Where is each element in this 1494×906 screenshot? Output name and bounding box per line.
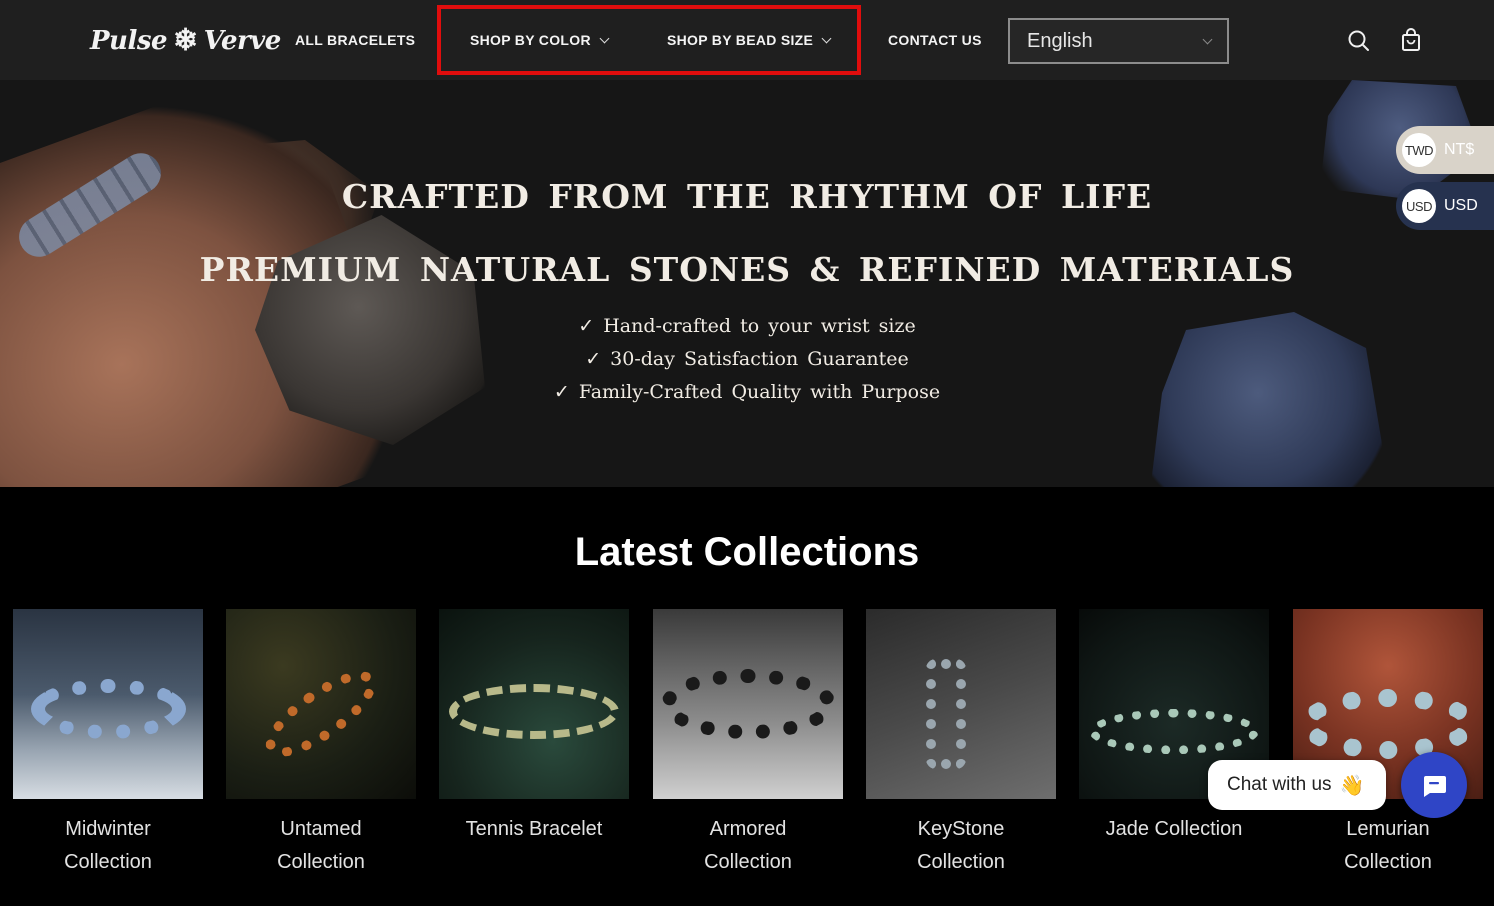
currency-label: USD xyxy=(1444,197,1478,214)
currency-badge: TWD xyxy=(1402,133,1436,167)
collection-label[interactable]: Midwinter Collection xyxy=(13,813,203,879)
currency-badge: USD xyxy=(1402,189,1436,223)
collection-label-line: Collection xyxy=(1344,851,1432,873)
brand-logo[interactable]: Pulse ❄ Verve xyxy=(90,22,281,60)
collection-card-untamed[interactable]: Untamed Collection xyxy=(226,609,416,879)
collection-label-line: Midwinter xyxy=(65,818,151,840)
collection-card-keystone[interactable]: KeyStone Collection xyxy=(866,609,1056,879)
collection-card-armored[interactable]: Armored Collection xyxy=(653,609,843,879)
waving-hand-icon: 👋 xyxy=(1339,774,1365,797)
hero-feature-item: ✓ 30-day Satisfaction Guarantee xyxy=(585,348,909,370)
nav-contact-us-label: CONTACT US xyxy=(888,32,982,48)
collection-image[interactable] xyxy=(866,609,1056,799)
chat-bubble-icon xyxy=(1424,776,1446,797)
chat-launcher-button[interactable] xyxy=(1401,752,1467,818)
search-icon[interactable] xyxy=(1346,28,1372,54)
hero-banner: CRAFTED FROM THE RHYTHM OF LIFE PREMIUM … xyxy=(0,80,1494,487)
hero-title: CRAFTED FROM THE RHYTHM OF LIFE xyxy=(341,177,1153,216)
collection-label[interactable]: Armored Collection xyxy=(653,813,843,879)
collection-card-jade[interactable]: Jade Collection xyxy=(1079,609,1269,846)
bracelet-image xyxy=(926,659,966,769)
bracelet-image xyxy=(253,656,389,772)
hero-feature-list: ✓ Hand-crafted to your wrist size ✓ 30-d… xyxy=(0,310,1494,409)
collection-label-line: Collection xyxy=(64,851,152,873)
bracelet-image xyxy=(449,684,619,739)
nav-contact-us[interactable]: CONTACT US xyxy=(888,32,982,48)
chat-label: Chat with us xyxy=(1227,774,1332,795)
chat-with-us-pill[interactable]: Chat with us 👋 xyxy=(1208,760,1386,810)
collection-image[interactable] xyxy=(13,609,203,799)
collection-label-line: KeyStone xyxy=(917,818,1005,840)
bracelet-image xyxy=(1089,709,1259,754)
nav-all-bracelets-label: ALL BRACELETS xyxy=(295,32,416,48)
collection-label[interactable]: Jade Collection xyxy=(1079,813,1269,846)
collection-label[interactable]: KeyStone Collection xyxy=(866,813,1056,879)
nav-highlight-box xyxy=(437,5,861,75)
collection-card-tennis-bracelet[interactable]: Tennis Bracelet xyxy=(439,609,629,846)
currency-option-usd[interactable]: USD USD xyxy=(1396,182,1494,230)
collection-label-line: Collection xyxy=(917,851,1005,873)
snowflake-icon: ❄ xyxy=(173,23,198,58)
collection-image[interactable] xyxy=(653,609,843,799)
language-select[interactable]: English xyxy=(1008,18,1229,64)
collection-label-line: Jade Collection xyxy=(1105,818,1243,840)
chevron-down-icon xyxy=(1202,34,1213,45)
collection-label[interactable]: Tennis Bracelet xyxy=(439,813,629,846)
collection-label-line: Lemurian xyxy=(1346,818,1430,840)
hero-subtitle: PREMIUM NATURAL STONES & REFINED MATERIA… xyxy=(199,250,1295,289)
logo-text-left: Pulse xyxy=(90,26,168,56)
hero-feature-item: ✓ Family-Crafted Quality with Purpose xyxy=(553,381,941,403)
collection-card-midwinter[interactable]: Midwinter Collection xyxy=(13,609,203,879)
collection-image[interactable] xyxy=(439,609,629,799)
currency-label: NT$ xyxy=(1444,141,1475,158)
collection-label-line: Collection xyxy=(704,851,792,873)
logo-text-right: Verve xyxy=(203,26,282,56)
section-title: Latest Collections xyxy=(574,530,920,574)
collection-label-line: Collection xyxy=(277,851,365,873)
hero-feature-item: ✓ Hand-crafted to your wrist size xyxy=(578,315,916,337)
bracelet-image xyxy=(661,669,836,739)
bracelet-image xyxy=(1298,689,1478,759)
bracelet-image xyxy=(31,679,186,739)
collection-label[interactable]: Untamed Collection xyxy=(226,813,416,879)
language-select-value: English xyxy=(1027,29,1093,52)
collection-label[interactable]: Lemurian Collection xyxy=(1293,813,1483,879)
collection-card-lemurian[interactable]: Lemurian Collection xyxy=(1293,609,1483,879)
currency-option-twd[interactable]: TWD NT$ xyxy=(1396,126,1494,174)
collection-label-line: Untamed xyxy=(280,818,362,840)
collection-label-line: Armored xyxy=(709,818,787,840)
collection-label-line: Tennis Bracelet xyxy=(465,818,603,840)
cart-icon[interactable] xyxy=(1398,28,1424,54)
nav-all-bracelets[interactable]: ALL BRACELETS xyxy=(295,32,415,48)
collection-image[interactable] xyxy=(226,609,416,799)
